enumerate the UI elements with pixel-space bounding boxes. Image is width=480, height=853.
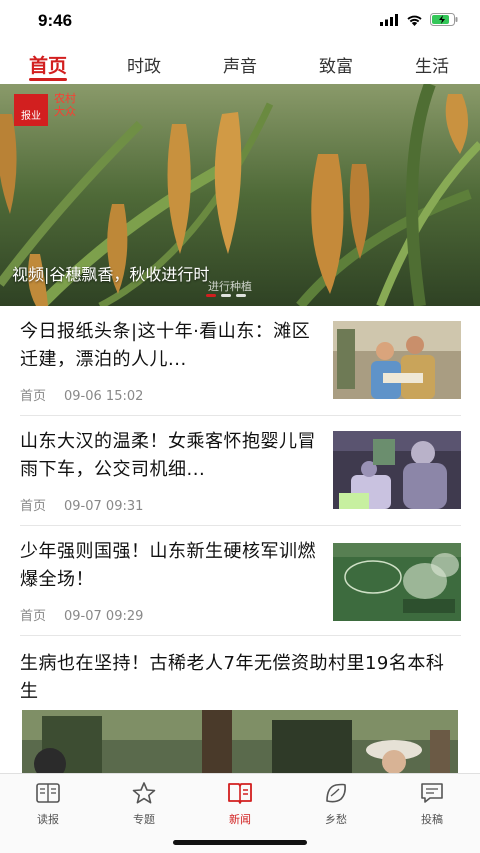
hero-banner[interactable]: 报业 农村大众 视频|谷穗飘香，秋收进行时 进行种植: [0, 84, 480, 306]
news-meta: 首页 09-06 15:02: [20, 385, 143, 404]
military-training-image: [333, 543, 461, 621]
news-time: 09-06 15:02: [64, 389, 144, 404]
home-indicator[interactable]: [173, 840, 307, 845]
news-title: 少年强则国强！山东新生硬核军训燃爆全场！: [20, 541, 316, 590]
tab-life[interactable]: 生活: [392, 52, 472, 77]
news-thumbnail: [333, 321, 461, 399]
news-thumbnail: [333, 431, 461, 509]
channel-tabs: 首页 时政 声音 致富 生活: [0, 44, 480, 84]
news-channel: 首页: [20, 389, 47, 404]
village-photo-image: [22, 710, 458, 776]
status-time: 9:46: [38, 11, 73, 30]
newspaper-logo: 报业: [14, 94, 48, 126]
nav-submit[interactable]: 投稿: [397, 781, 467, 827]
nav-label: 乡愁: [325, 813, 347, 826]
hero-caption: 视频|谷穗飘香，秋收进行时: [12, 265, 210, 284]
nav-label: 专题: [133, 813, 155, 826]
nav-read-paper[interactable]: 读报: [13, 781, 83, 827]
star-icon: [132, 782, 156, 804]
news-channel: 首页: [20, 499, 47, 514]
tab-voice[interactable]: 声音: [200, 52, 280, 77]
status-bar: 9:46: [0, 0, 480, 44]
wifi-icon: [407, 15, 422, 26]
book-icon: [228, 783, 252, 804]
news-item[interactable]: 少年强则国强！山东新生硬核军训燃爆全场！ 首页 09-07 09:29: [20, 538, 461, 636]
carousel-dot[interactable]: [236, 294, 246, 297]
news-title: 山东大汉的温柔！女乘客怀抱婴儿冒雨下车，公交司机细...: [20, 431, 316, 480]
active-tab-indicator: [29, 78, 67, 81]
news-channel: 首页: [20, 609, 47, 624]
battery-charging-icon: [430, 13, 458, 26]
leaf-icon: [326, 783, 346, 803]
tab-home[interactable]: 首页: [8, 51, 88, 78]
message-icon: [421, 783, 443, 803]
nav-label: 投稿: [421, 813, 443, 826]
news-thumbnail: [333, 543, 461, 621]
hero-subtitle: 进行种植: [208, 280, 252, 293]
news-image-wide[interactable]: [22, 710, 458, 776]
nav-nostalgia[interactable]: 乡愁: [301, 781, 371, 827]
carousel-dots: [206, 294, 246, 297]
news-title: 今日报纸头条|这十年·看山东：滩区迁建，漂泊的人儿...: [20, 321, 311, 370]
news-photo-image: [333, 321, 461, 399]
status-icons: [380, 13, 458, 26]
carousel-dot[interactable]: [221, 294, 231, 297]
news-item[interactable]: 今日报纸头条|这十年·看山东：滩区迁建，漂泊的人儿... 首页 09-06 15:…: [20, 318, 461, 416]
bottom-nav: 读报 专题 新闻 乡愁 投稿: [0, 773, 480, 853]
nav-label: 读报: [37, 813, 59, 826]
news-meta: 首页 09-07 09:31: [20, 495, 143, 514]
tab-politics[interactable]: 时政: [104, 52, 184, 77]
bus-cctv-image: [333, 431, 461, 509]
nav-label: 新闻: [229, 813, 251, 826]
carousel-dot[interactable]: [206, 294, 216, 297]
news-title-wide[interactable]: 生病也在坚持！古稀老人7年无偿资助村里19名本科生: [20, 650, 461, 706]
news-time: 09-07 09:29: [64, 609, 144, 624]
tab-wealth[interactable]: 致富: [296, 52, 376, 77]
signal-icon: [380, 13, 398, 26]
news-time: 09-07 09:31: [64, 499, 144, 514]
newspaper-icon: [36, 783, 60, 803]
news-item[interactable]: 山东大汉的温柔！女乘客怀抱婴儿冒雨下车，公交司机细... 首页 09-07 09:…: [20, 428, 461, 526]
nav-news[interactable]: 新闻: [205, 781, 275, 827]
logo-subtitle: 农村大众: [54, 92, 76, 118]
nav-topics[interactable]: 专题: [109, 781, 179, 827]
news-meta: 首页 09-07 09:29: [20, 605, 143, 624]
